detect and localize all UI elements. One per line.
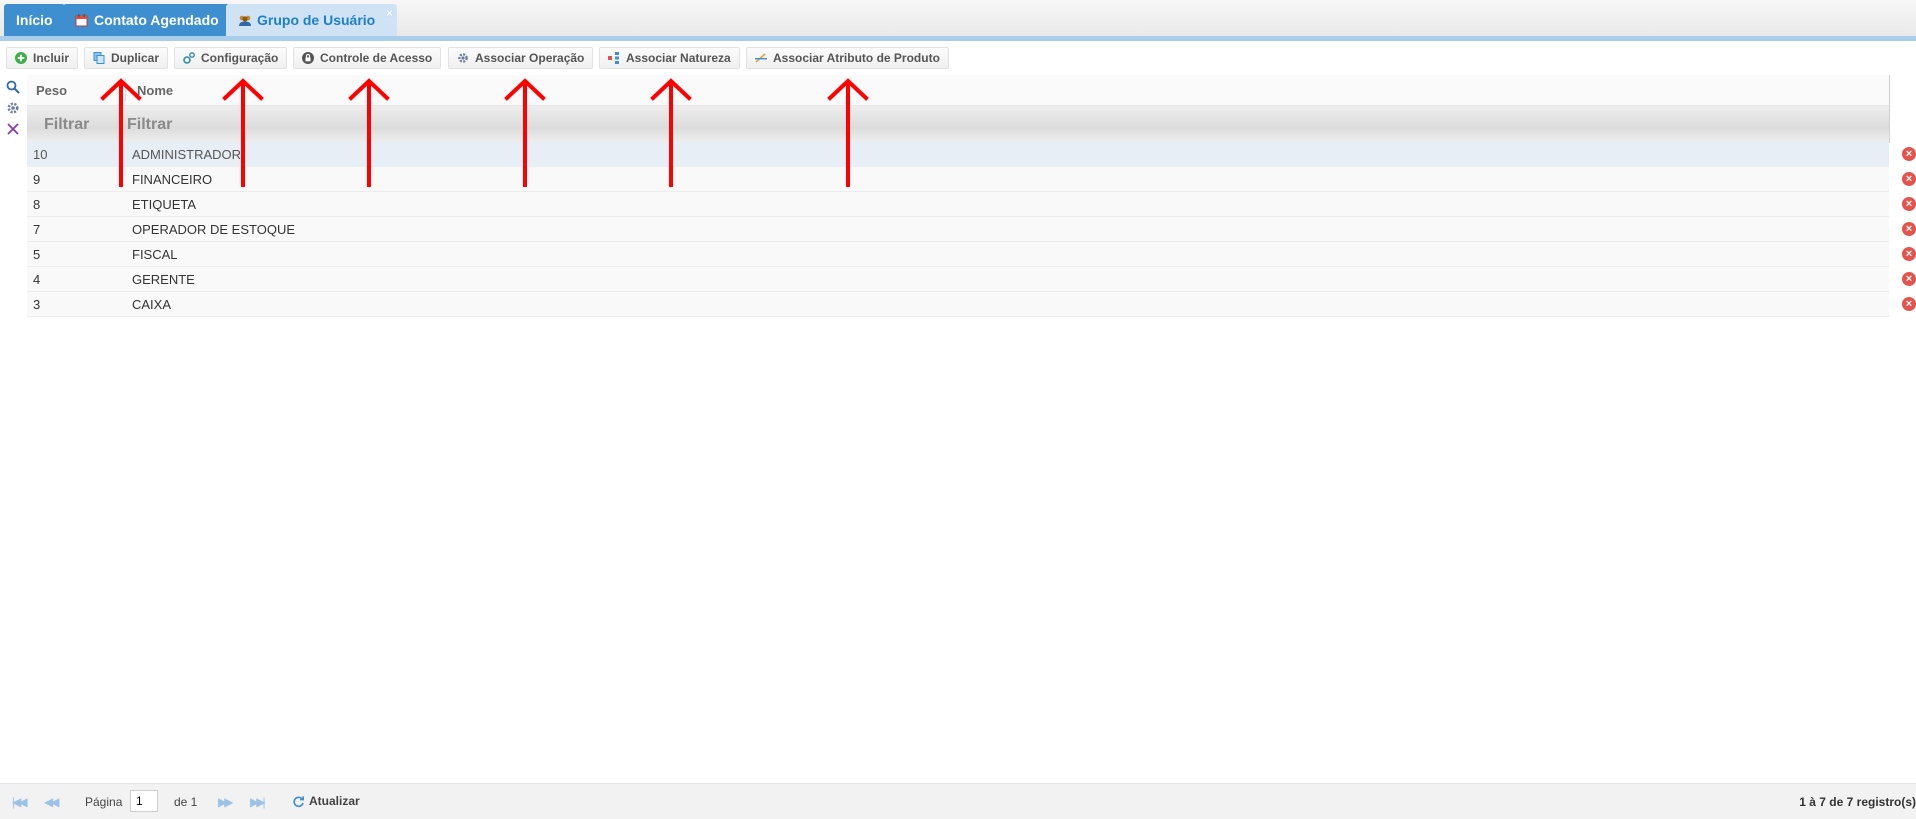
controle-acesso-label: Controle de Acesso — [320, 51, 433, 65]
refresh-button[interactable]: Atualizar — [292, 794, 360, 808]
refresh-icon — [292, 795, 304, 808]
search-icon[interactable] — [6, 80, 20, 94]
cell-peso: 9 — [33, 172, 41, 187]
gear-icon — [457, 52, 469, 64]
cell-nome: GERENTE — [132, 272, 195, 287]
hierarchy-icon — [608, 52, 620, 64]
delete-row-icon[interactable]: × — [1902, 272, 1916, 286]
associar-natureza-label: Associar Natureza — [626, 51, 731, 65]
attribute-icon — [755, 52, 767, 64]
table-row[interactable]: 10 ADMINISTRADOR × — [27, 142, 1916, 167]
tab-grupo-usuario[interactable]: Grupo de Usuário × — [226, 4, 397, 36]
associar-natureza-button[interactable]: Associar Natureza — [599, 47, 740, 69]
associar-operacao-label: Associar Operação — [475, 51, 585, 65]
incluir-button[interactable]: Incluir — [6, 47, 79, 69]
toolbar: Incluir Duplicar Configuração Controle d… — [0, 41, 1916, 74]
calendar-icon — [75, 14, 88, 27]
refresh-label: Atualizar — [309, 794, 360, 808]
config-icon — [183, 52, 195, 64]
cell-nome: FINANCEIRO — [132, 172, 213, 187]
column-header-peso[interactable]: Peso — [36, 83, 67, 98]
tab-contato-agendado-label: Contato Agendado — [94, 12, 219, 28]
add-icon — [15, 52, 27, 64]
users-group-icon — [238, 14, 251, 26]
tab-grupo-usuario-label: Grupo de Usuário — [257, 12, 376, 28]
cell-peso: 8 — [33, 197, 41, 212]
cell-peso: 7 — [33, 222, 41, 237]
delete-row-icon[interactable]: × — [1902, 197, 1916, 211]
delete-row-icon[interactable]: × — [1902, 297, 1916, 311]
incluir-label: Incluir — [33, 51, 70, 65]
delete-row-icon[interactable]: × — [1902, 147, 1916, 161]
duplicar-button[interactable]: Duplicar — [84, 47, 169, 69]
cell-peso: 10 — [33, 147, 48, 162]
filter-peso[interactable]: Filtrar — [44, 116, 89, 134]
page-input[interactable] — [130, 790, 158, 812]
first-page-icon[interactable]: |◀◀ — [12, 795, 27, 809]
grid-side-tools — [6, 80, 22, 143]
associar-atributo-button[interactable]: Associar Atributo de Produto — [746, 47, 949, 69]
pager: |◀◀ ◀◀ Página de 1 ▶▶ ▶▶| Atualizar 1 à … — [0, 783, 1916, 819]
cell-nome: FISCAL — [132, 247, 178, 262]
duplicar-label: Duplicar — [111, 51, 160, 65]
tab-inicio[interactable]: Início — [4, 4, 65, 36]
table-row[interactable]: 7 OPERADOR DE ESTOQUE × — [27, 217, 1916, 242]
close-tab-icon[interactable]: × — [386, 6, 393, 20]
cell-nome: CAIXA — [132, 297, 172, 312]
gear-icon[interactable] — [6, 101, 20, 115]
table-row[interactable]: 3 CAIXA × — [27, 292, 1916, 317]
last-page-icon[interactable]: ▶▶| — [250, 795, 265, 809]
tab-contato-agendado[interactable]: Contato Agendado — [63, 4, 231, 36]
lock-icon — [302, 52, 314, 64]
clear-filter-icon[interactable] — [6, 122, 20, 136]
page-total: de 1 — [174, 795, 198, 809]
table-row[interactable]: 5 FISCAL × — [27, 242, 1916, 267]
cell-nome: ADMINISTRADOR — [132, 147, 242, 162]
filter-nome[interactable]: Filtrar — [127, 116, 172, 134]
configuracao-label: Configuração — [201, 51, 279, 65]
next-page-icon[interactable]: ▶▶ — [218, 795, 234, 809]
table-row[interactable]: 8 ETIQUETA × — [27, 192, 1916, 217]
tab-inicio-label: Início — [16, 12, 53, 28]
duplicate-icon — [93, 52, 105, 64]
column-header-nome[interactable]: Nome — [137, 83, 173, 98]
grid-right-border — [1889, 75, 1890, 143]
cell-nome: ETIQUETA — [132, 197, 197, 212]
grid-filter-row: Filtrar Filtrar — [27, 106, 1889, 142]
user-group-grid: Peso Nome Filtrar Filtrar 10 ADMINISTRAD… — [27, 75, 1916, 317]
column-resizer[interactable] — [125, 79, 126, 101]
prev-page-icon[interactable]: ◀◀ — [44, 795, 60, 809]
delete-row-icon[interactable]: × — [1902, 247, 1916, 261]
delete-row-icon[interactable]: × — [1902, 172, 1916, 186]
table-row[interactable]: 9 FINANCEIRO × — [27, 167, 1916, 192]
cell-peso: 4 — [33, 272, 41, 287]
cell-peso: 5 — [33, 247, 41, 262]
cell-nome: OPERADOR DE ESTOQUE — [132, 222, 296, 237]
tab-bar: Início Contato Agendado Grupo de Usuário… — [0, 0, 1916, 41]
grid-header: Peso Nome — [27, 75, 1889, 106]
controle-acesso-button[interactable]: Controle de Acesso — [293, 47, 442, 69]
delete-row-icon[interactable]: × — [1902, 222, 1916, 236]
configuracao-button[interactable]: Configuração — [174, 47, 288, 69]
cell-peso: 3 — [33, 297, 41, 312]
page-label: Página — [85, 795, 123, 809]
associar-atributo-label: Associar Atributo de Produto — [773, 51, 940, 65]
table-row[interactable]: 4 GERENTE × — [27, 267, 1916, 292]
associar-operacao-button[interactable]: Associar Operação — [448, 47, 594, 69]
record-count: 1 à 7 de 7 registro(s) — [1799, 795, 1916, 809]
